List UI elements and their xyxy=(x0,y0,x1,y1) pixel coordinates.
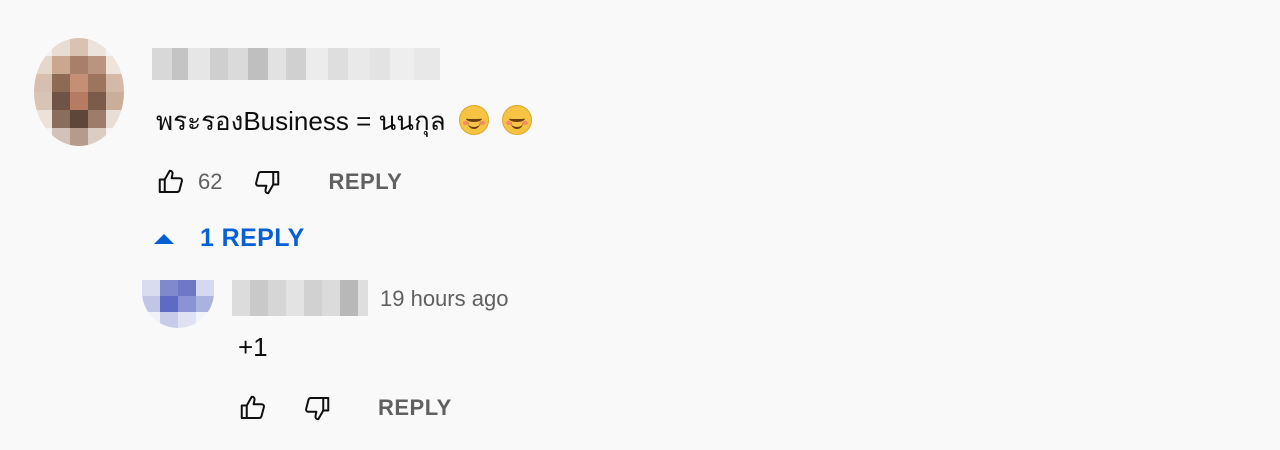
thumbs-down-icon xyxy=(255,171,280,195)
smiling-face-emoji-icon xyxy=(458,105,489,135)
like-button[interactable] xyxy=(154,165,188,199)
author-avatar-pixelated[interactable] xyxy=(34,38,124,146)
thumbs-down-icon xyxy=(305,397,330,421)
thumbs-up-icon xyxy=(240,395,265,419)
reply-button[interactable]: REPLY xyxy=(328,169,402,195)
dislike-button[interactable] xyxy=(250,165,284,199)
thumbs-up-icon xyxy=(158,169,183,193)
reply-author-avatar-pixelated[interactable] xyxy=(142,280,214,328)
reply-timestamp[interactable]: 19 hours ago xyxy=(380,286,508,312)
comment-text: พระรองBusiness = นนกุล xyxy=(156,104,533,138)
caret-up-icon xyxy=(154,233,174,244)
replies-count-label: 1 REPLY xyxy=(200,224,305,252)
reply-dislike-button[interactable] xyxy=(300,391,334,425)
like-count: 62 xyxy=(198,169,223,194)
author-name-blurred[interactable] xyxy=(152,48,440,80)
reply-actions: REPLY xyxy=(236,391,452,425)
reply-reply-button[interactable]: REPLY xyxy=(378,395,452,421)
comment-actions: 62 REPLY xyxy=(154,165,402,199)
smiling-face-emoji-icon xyxy=(502,105,533,135)
comment-body: พระรองBusiness = นนกุล xyxy=(156,106,446,136)
reply-author-name-blurred[interactable] xyxy=(232,280,368,316)
reply-body: +1 xyxy=(238,332,268,362)
reply-like-button[interactable] xyxy=(236,391,270,425)
toggle-replies-button[interactable]: 1 REPLY xyxy=(154,224,305,253)
